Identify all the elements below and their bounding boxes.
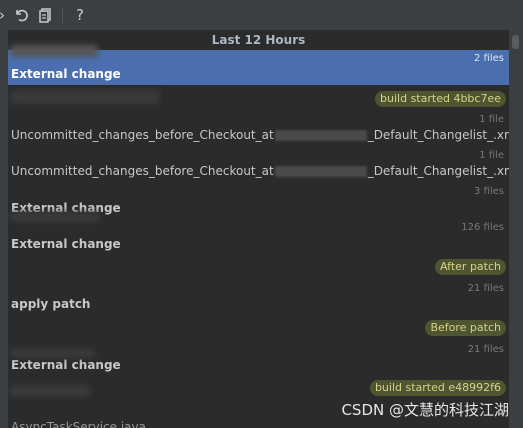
scrollbar-thumb[interactable]: [512, 35, 519, 49]
local-history-list[interactable]: Last 12 Hours 2 files External change bu…: [8, 30, 509, 428]
history-entry[interactable]: 1 file Uncommitted_changes_before_Checko…: [8, 147, 509, 183]
label-badge: build started e48992f6: [369, 380, 506, 396]
redaction: [10, 348, 95, 358]
undo-icon[interactable]: [11, 5, 31, 25]
redaction: [10, 45, 98, 57]
label-badge: Before patch: [425, 320, 506, 336]
redaction: [10, 90, 160, 104]
entry-title-suffix: _Default_Changelist_.xml: [367, 128, 509, 142]
file-count: 1 file: [479, 150, 504, 161]
copy-icon[interactable]: [35, 5, 55, 25]
entry-title: External change: [11, 358, 121, 372]
label-entry[interactable]: After patch: [8, 255, 509, 280]
label-badge: build started 4bbc7ee: [375, 91, 506, 107]
entry-title-prefix: Uncommitted_changes_before_Checkout_at: [11, 128, 274, 142]
toolbar-separator: [62, 7, 63, 23]
redacted-text: [274, 130, 367, 141]
entry-title: External change: [11, 67, 121, 81]
help-button[interactable]: ?: [70, 5, 90, 25]
history-entry[interactable]: 21 files External change: [8, 341, 509, 377]
entry-title-suffix: _Default_Changelist_.xml: [367, 164, 509, 178]
label-entry[interactable]: Before patch: [8, 316, 509, 341]
history-entry[interactable]: 126 files External change: [8, 219, 509, 255]
file-count: 126 files: [461, 222, 504, 233]
file-count: 1 file: [479, 114, 504, 125]
label-badge: After patch: [435, 259, 506, 275]
entry-title: Uncommitted_changes_before_Checkout_at _D…: [11, 128, 509, 142]
entry-title-prefix: Uncommitted_changes_before_Checkout_at: [11, 164, 274, 178]
entry-title: apply patch: [11, 297, 91, 311]
file-count: 2 files: [474, 53, 504, 64]
history-entry[interactable]: 21 files apply patch: [8, 280, 509, 316]
entry-title: Uncommitted_changes_before_Checkout_at _D…: [11, 164, 509, 178]
entry-title: AsyncTaskService.java: [11, 420, 146, 428]
watermark: CSDN @文慧的科技江湖: [341, 401, 509, 419]
redacted-text: [274, 166, 367, 177]
file-count: 21 files: [467, 283, 504, 294]
vertical-scrollbar[interactable]: [509, 30, 523, 428]
toolbar: › ?: [0, 0, 523, 31]
entry-title: External change: [11, 237, 121, 251]
redaction: [10, 212, 100, 222]
history-entry[interactable]: 1 file Uncommitted_changes_before_Checko…: [8, 111, 509, 147]
redaction: [10, 385, 90, 397]
file-count: 21 files: [467, 344, 504, 355]
file-count: 3 files: [474, 186, 504, 197]
